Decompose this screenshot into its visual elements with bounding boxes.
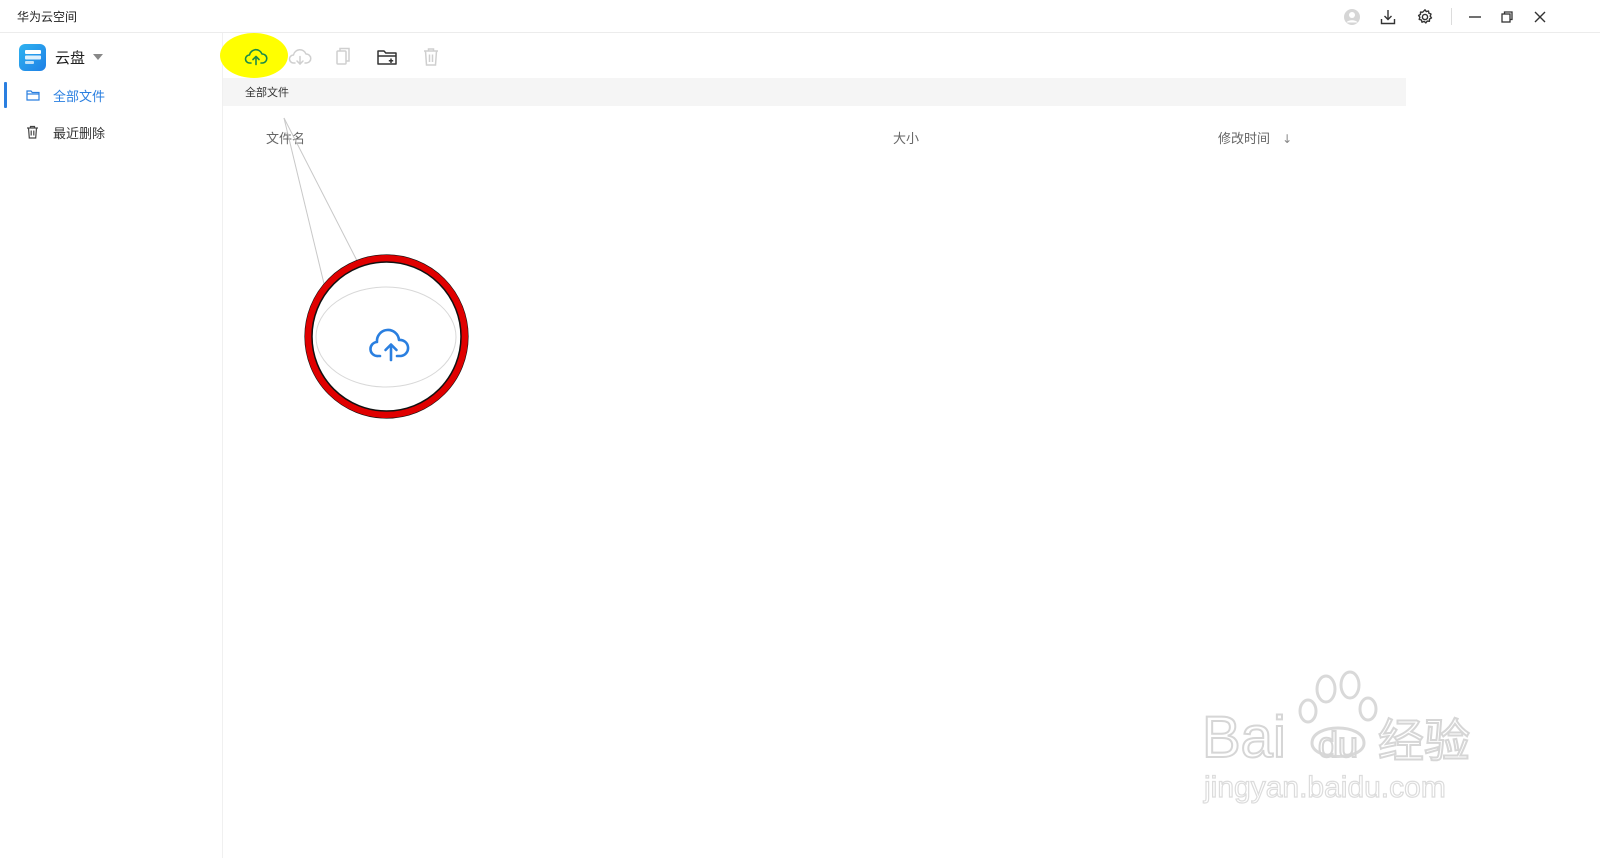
watermark-brand: Bai [1202,705,1286,770]
svg-text:du: du [1318,724,1358,765]
baidu-jingyan-watermark: Bai du 经验 jingyan.baidu.com [1201,670,1471,805]
watermark-url: jingyan.baidu.com [1203,771,1446,804]
svg-text:经验: 经验 [1378,714,1470,768]
